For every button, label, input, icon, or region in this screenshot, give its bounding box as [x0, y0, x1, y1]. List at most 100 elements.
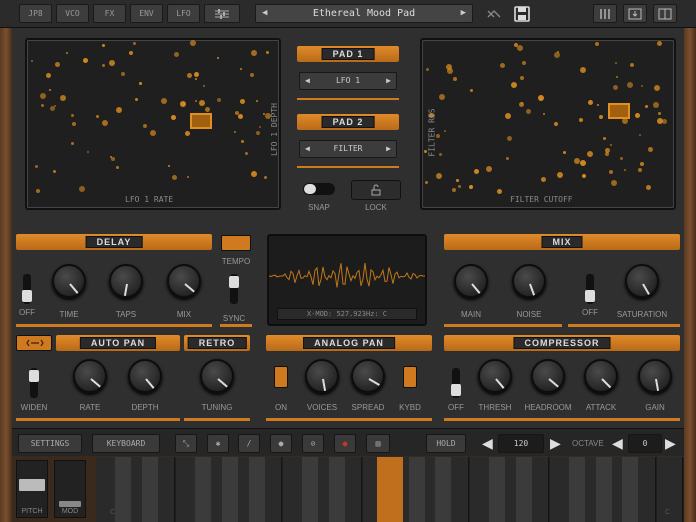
xy-pad-2-cursor[interactable] [608, 103, 630, 119]
record-icon[interactable]: ● [334, 434, 356, 453]
keyboard-button[interactable]: KEYBOARD [92, 434, 160, 453]
particle-dot [424, 150, 427, 153]
black-key[interactable] [141, 457, 158, 522]
particle-dot [264, 176, 267, 179]
black-key[interactable] [435, 457, 452, 522]
autopan-widen-button[interactable] [16, 335, 52, 351]
compressor-switch[interactable] [451, 368, 461, 398]
compressor-thresh-knob[interactable] [478, 359, 512, 393]
panel-icon[interactable] [653, 4, 677, 23]
xy-pad-2[interactable]: FILTER CUTOFF FILTER RES [420, 38, 676, 210]
sync-switch[interactable] [229, 274, 239, 304]
save-icon[interactable] [514, 6, 530, 22]
compressor-headroom-knob[interactable] [531, 359, 565, 393]
mod-wheel[interactable]: MOD [54, 460, 86, 518]
black-key[interactable] [622, 457, 639, 522]
preset-next-button[interactable]: ▶ [461, 5, 466, 22]
pad-2-source-select[interactable]: ◀ FILTER ▶ [299, 140, 397, 158]
black-key[interactable] [248, 457, 265, 522]
saturation-switch[interactable] [585, 274, 595, 304]
analogpan-spread-knob[interactable] [351, 359, 385, 393]
preset-prev-button[interactable]: ◀ [262, 5, 267, 22]
particle-dot [611, 180, 617, 186]
autopan-depth-knob[interactable] [128, 359, 162, 393]
xy-pad-1-cursor[interactable] [190, 113, 212, 129]
compressor-gain-knob[interactable] [638, 359, 672, 393]
tab-lfo[interactable]: LFO [167, 4, 200, 23]
black-key[interactable] [377, 457, 403, 522]
black-key[interactable] [408, 457, 425, 522]
pad-2-source-prev-icon[interactable]: ◀ [305, 141, 310, 157]
sliders-icon[interactable] [204, 4, 240, 23]
octave-decrease-icon[interactable]: ◀ [612, 435, 623, 452]
record-dot-icon[interactable]: ● [270, 434, 292, 453]
saturation-underline [568, 324, 680, 327]
analogpan-kybd-button[interactable] [403, 366, 417, 388]
analogpan-on-button[interactable] [274, 366, 288, 388]
tab-jp8[interactable]: JP8 [19, 4, 52, 23]
particle-dot [603, 137, 606, 140]
tab-fx[interactable]: FX [93, 4, 126, 23]
black-key[interactable] [515, 457, 532, 522]
black-key[interactable] [301, 457, 318, 522]
black-key[interactable] [568, 457, 585, 522]
piano-keyboard[interactable]: C C [96, 457, 684, 522]
xy-pad-1[interactable]: LFO 1 RATE LFO 1 DEPTH [25, 38, 281, 210]
hold-button[interactable]: HOLD [426, 434, 466, 453]
compressor-attack-knob[interactable] [584, 359, 618, 393]
delay-mix-knob[interactable] [167, 264, 201, 298]
tempo-increase-icon[interactable]: ▶ [550, 435, 561, 452]
resize-icon[interactable]: ⤡ [175, 434, 197, 453]
delay-taps-knob[interactable] [109, 264, 143, 298]
pad-1-header: PAD 1 [297, 46, 399, 62]
c-mark-low: C [110, 509, 116, 516]
pad-1-source-select[interactable]: ◀ LFO 1 ▶ [299, 72, 397, 90]
pencil-icon[interactable]: / [238, 434, 260, 453]
black-key[interactable] [595, 457, 612, 522]
pad-1-source-prev-icon[interactable]: ◀ [305, 73, 310, 89]
delay-switch[interactable] [22, 274, 32, 304]
analogpan-voices-knob[interactable] [305, 359, 339, 393]
particle-dot [554, 52, 560, 58]
tempo-decrease-icon[interactable]: ◀ [482, 435, 493, 452]
pad-1-source-next-icon[interactable]: ▶ [386, 73, 391, 89]
preset-selector[interactable]: ◀ Ethereal Mood Pad ▶ [255, 4, 473, 23]
widen-switch[interactable] [29, 368, 39, 398]
autopan-underline [16, 418, 180, 421]
delay-time-knob[interactable] [52, 264, 86, 298]
tempo-value[interactable]: 120 [498, 434, 544, 453]
particle-dot [256, 100, 258, 102]
lock-button[interactable] [351, 180, 401, 200]
particle-dot [580, 160, 586, 166]
mix-noise-knob[interactable] [512, 264, 546, 298]
piano-icon[interactable]: ▥ [366, 434, 390, 453]
black-key[interactable] [221, 457, 238, 522]
mix-main-knob[interactable] [454, 264, 488, 298]
octave-increase-icon[interactable]: ▶ [665, 435, 676, 452]
saturation-knob[interactable] [625, 264, 659, 298]
bluetooth-icon[interactable]: ✱ [207, 434, 229, 453]
particle-dot [439, 94, 445, 100]
mute-icon[interactable]: ⊘ [302, 434, 324, 453]
black-key[interactable] [488, 457, 505, 522]
settings-button[interactable]: SETTINGS [18, 434, 82, 453]
shuffle-icon[interactable] [486, 7, 502, 21]
saturation-switch-label: OFF [582, 308, 598, 317]
tempo-button[interactable] [221, 235, 251, 251]
pad-2-source-next-icon[interactable]: ▶ [386, 141, 391, 157]
particle-dot [646, 185, 651, 190]
tab-env[interactable]: ENV [130, 4, 163, 23]
black-key[interactable] [195, 457, 212, 522]
autopan-rate-knob[interactable] [73, 359, 107, 393]
pad-1-title: PAD 1 [321, 48, 375, 60]
download-icon[interactable] [623, 4, 647, 23]
black-key[interactable] [328, 457, 345, 522]
pad-1-source-value: LFO 1 [335, 76, 361, 85]
tab-vco[interactable]: VCO [56, 4, 89, 23]
pitch-wheel[interactable]: PITCH [16, 460, 48, 518]
black-key[interactable] [115, 457, 131, 522]
snap-toggle[interactable] [303, 183, 335, 195]
octave-value[interactable]: 0 [628, 434, 662, 453]
mixer-icon[interactable] [593, 4, 617, 23]
retro-tuning-knob[interactable] [200, 359, 234, 393]
